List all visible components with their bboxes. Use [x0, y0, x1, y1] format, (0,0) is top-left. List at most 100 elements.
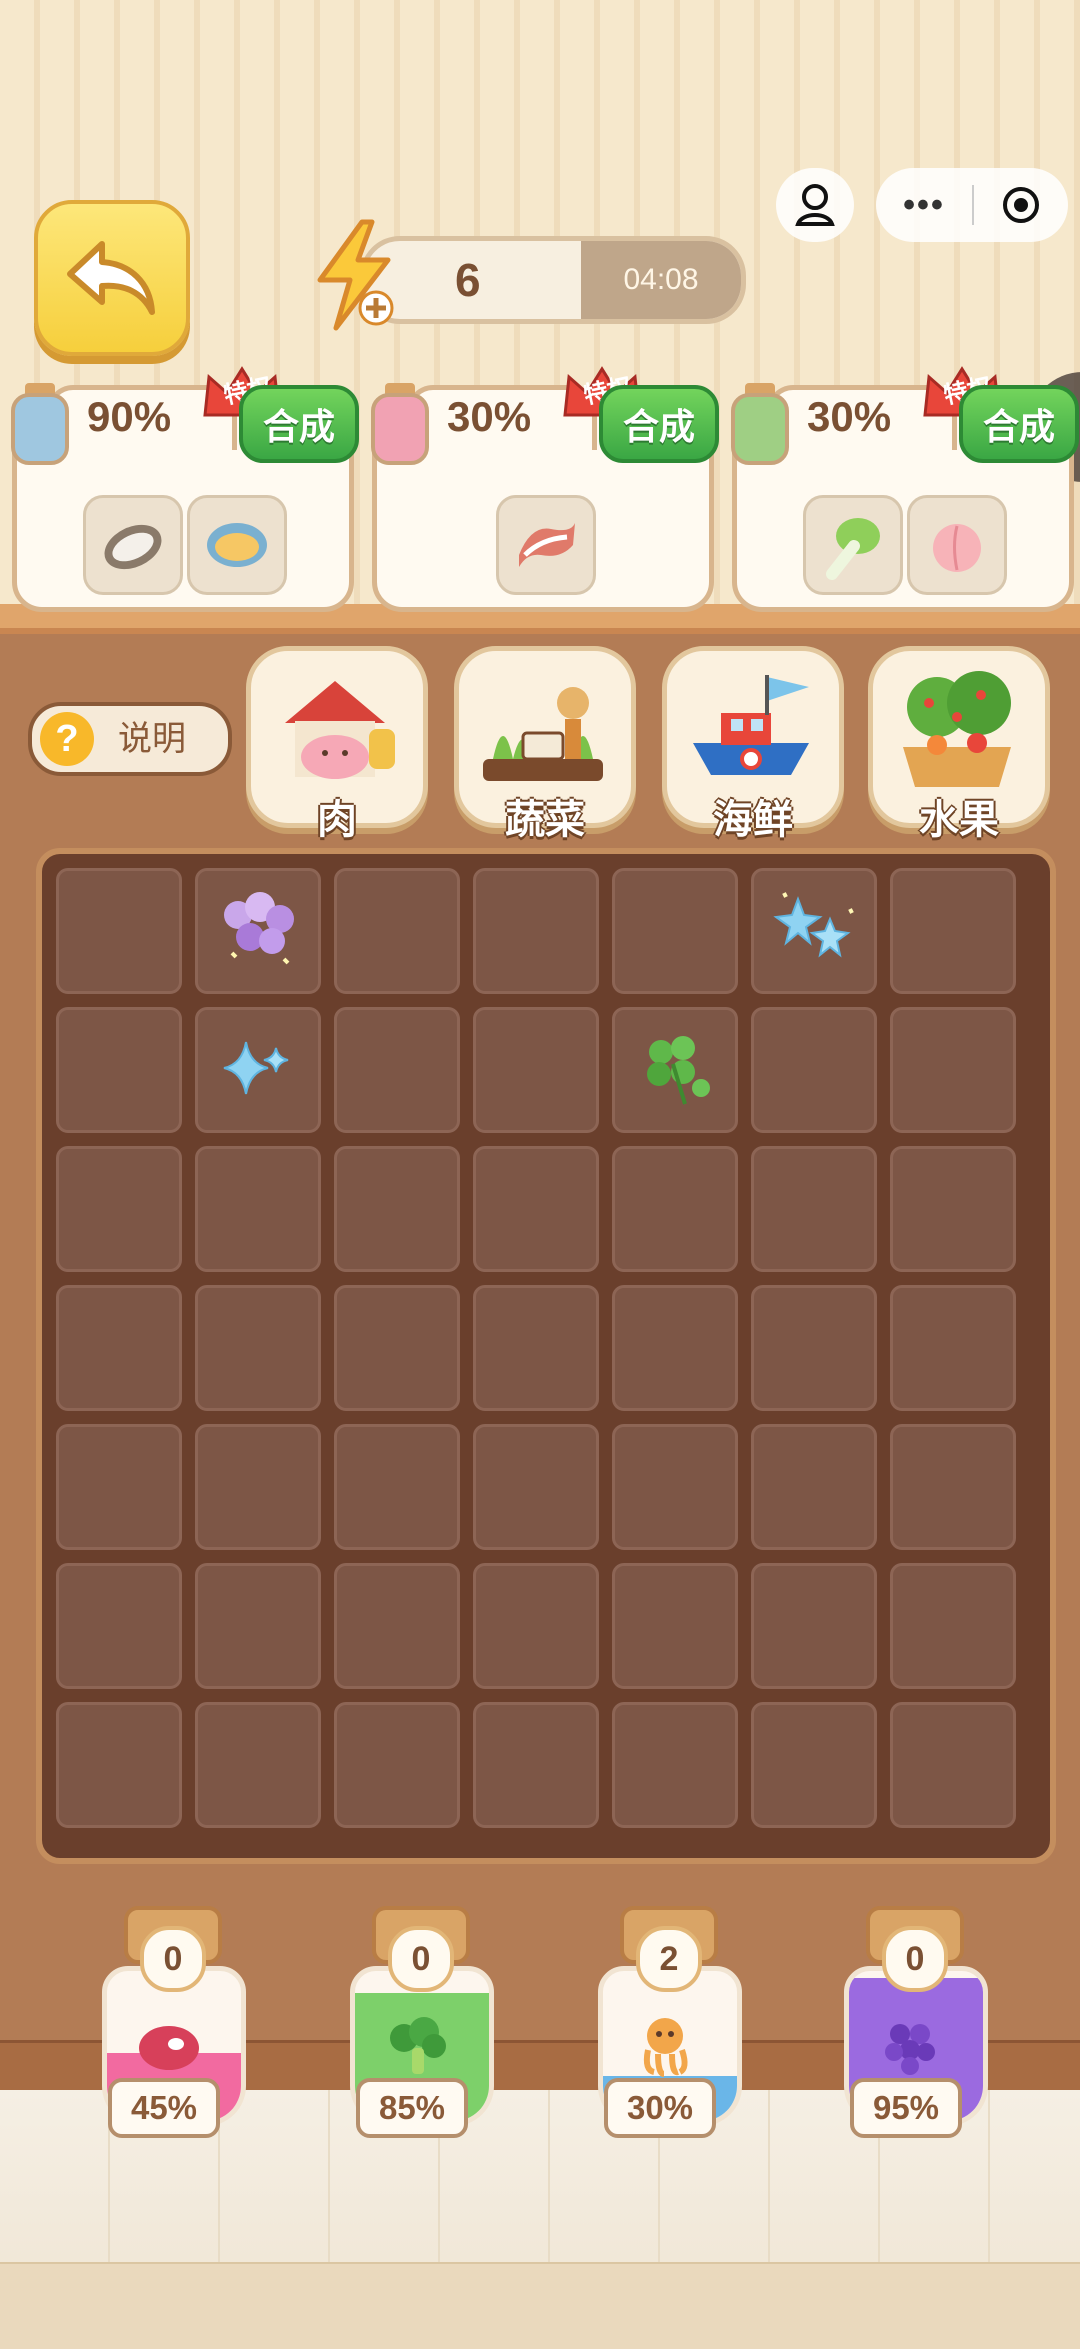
help-label: 说明 [118, 720, 186, 758]
close-miniprogram-icon[interactable] [974, 185, 1068, 225]
energy-bolt-plus-icon[interactable] [310, 218, 400, 333]
board-cell[interactable] [612, 1424, 738, 1550]
board-cell[interactable] [195, 1146, 321, 1272]
board-cell[interactable] [890, 1007, 1016, 1133]
help-button[interactable]: ? 说明 [28, 702, 232, 776]
ingredient-jar[interactable]: 0 85% [342, 1900, 494, 2140]
board-cell[interactable] [56, 1702, 182, 1828]
ingredient-jar[interactable]: 0 95% [836, 1900, 988, 2140]
recipe-card: 30%特权合成 [731, 366, 1079, 612]
board-cell[interactable] [751, 1146, 877, 1272]
board-cell[interactable] [334, 1702, 460, 1828]
category-tab[interactable]: 水果 [868, 646, 1050, 842]
board-cell[interactable] [890, 1285, 1016, 1411]
jar-count: 0 [388, 1926, 454, 1992]
board-cell[interactable] [334, 1007, 460, 1133]
board-cell[interactable] [890, 868, 1016, 994]
board-cell[interactable] [612, 868, 738, 994]
board-cell[interactable] [56, 1007, 182, 1133]
category-tab[interactable]: 蔬菜 [454, 646, 636, 842]
board-cell[interactable] [334, 1285, 460, 1411]
board-cell[interactable] [612, 1563, 738, 1689]
category-tab[interactable]: 肉 [246, 646, 428, 842]
board-cell[interactable] [890, 1424, 1016, 1550]
wx-capsule: ••• [876, 168, 1068, 242]
progress-jar-icon [11, 383, 69, 465]
board-cell[interactable] [195, 1424, 321, 1550]
scarecrow-garden-icon [473, 663, 613, 798]
board-cell[interactable] [612, 1702, 738, 1828]
recipe-progress: 90% [87, 393, 172, 440]
board-cell[interactable] [473, 1702, 599, 1828]
category-label: 肉 [317, 798, 357, 842]
board-cell[interactable] [56, 1146, 182, 1272]
board-cell[interactable] [751, 1563, 877, 1689]
board-cell[interactable] [334, 1563, 460, 1689]
board-cell[interactable] [890, 1563, 1016, 1689]
merge-board [36, 848, 1056, 1864]
board-cell[interactable] [612, 1007, 738, 1133]
board-cell[interactable] [56, 1285, 182, 1411]
fruit-tree-basket-icon [887, 663, 1027, 798]
person-icon [795, 184, 835, 226]
board-cell[interactable] [56, 1424, 182, 1550]
jar-count: 2 [636, 1926, 702, 1992]
bok-choy-icon [803, 495, 903, 595]
merge-button[interactable]: 合成 [599, 385, 719, 463]
board-cell[interactable] [612, 1285, 738, 1411]
ingredient-jar[interactable]: 2 30% [590, 1900, 742, 2140]
category-label: 水果 [919, 798, 999, 842]
bacon-icon [496, 495, 596, 595]
board-cell[interactable] [56, 868, 182, 994]
board-cell[interactable] [890, 1702, 1016, 1828]
board-cell[interactable] [56, 1563, 182, 1689]
board-cell[interactable] [473, 868, 599, 994]
ingredient-jar[interactable]: 0 45% [94, 1900, 246, 2140]
recipe-card: 90%特权合成 [11, 366, 359, 612]
board-cell[interactable] [195, 1563, 321, 1689]
category-tab[interactable]: 海鲜 [662, 646, 844, 842]
board-cell[interactable] [473, 1146, 599, 1272]
board-cell[interactable] [890, 1146, 1016, 1272]
back-arrow-icon [67, 241, 155, 315]
board-cell[interactable] [334, 1424, 460, 1550]
merge-button[interactable]: 合成 [239, 385, 359, 463]
board-cell[interactable] [473, 1563, 599, 1689]
board-cell[interactable] [751, 1007, 877, 1133]
question-icon: ? [40, 712, 94, 766]
oyster-icon [83, 495, 183, 595]
back-button[interactable] [34, 200, 190, 356]
board-cell[interactable] [195, 1007, 321, 1133]
board-cell[interactable] [195, 1285, 321, 1411]
board-cell[interactable] [334, 1146, 460, 1272]
recipe-progress: 30% [807, 393, 892, 440]
board-cell[interactable] [751, 1285, 877, 1411]
four-leaf-clover-icon[interactable] [625, 1018, 725, 1123]
board-cell[interactable] [751, 868, 877, 994]
more-options-icon[interactable]: ••• [876, 168, 972, 242]
jar-percent: 45% [108, 2078, 220, 2138]
progress-jar-icon [731, 383, 789, 465]
merge-button[interactable]: 合成 [959, 385, 1079, 463]
blue-star-cluster-icon[interactable] [764, 879, 864, 984]
board-cell[interactable] [334, 868, 460, 994]
jar-percent: 85% [356, 2078, 468, 2138]
board-cell[interactable] [751, 1702, 877, 1828]
board-cell[interactable] [751, 1424, 877, 1550]
board-cell[interactable] [473, 1424, 599, 1550]
energy-timer: 04:08 [623, 263, 699, 296]
board-cell[interactable] [195, 1702, 321, 1828]
board-cell[interactable] [473, 1285, 599, 1411]
jar-percent: 30% [604, 2078, 716, 2138]
jar-count: 0 [140, 1926, 206, 1992]
broccoli-icon [380, 2010, 454, 2080]
purple-flower-cluster-icon[interactable] [208, 879, 308, 984]
fishing-boat-icon [681, 663, 821, 798]
steak-icon [132, 2010, 206, 2080]
wx-profile-button[interactable] [776, 168, 854, 242]
board-cell[interactable] [195, 868, 321, 994]
board-cell[interactable] [473, 1007, 599, 1133]
blue-sparkle-icon[interactable] [208, 1018, 308, 1123]
board-cell[interactable] [612, 1146, 738, 1272]
recipe-progress: 30% [447, 393, 532, 440]
